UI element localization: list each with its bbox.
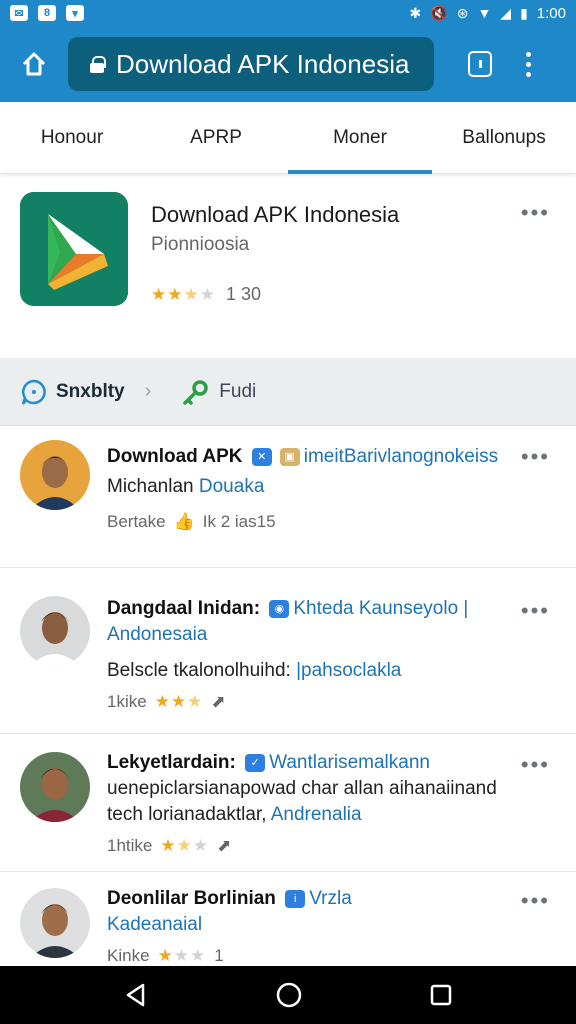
wifi-icon: ▼	[477, 5, 492, 21]
edit-filter[interactable]: Fudi	[181, 379, 256, 405]
post-link[interactable]: Andrenalia	[271, 804, 362, 825]
chevron-right-icon: ›	[144, 380, 152, 402]
author-name[interactable]: Dangdaal Inidan:	[107, 598, 260, 619]
avatar[interactable]	[20, 888, 90, 958]
badge-icon: ▣	[279, 447, 300, 466]
system-navigation-bar	[0, 966, 576, 1024]
share-icon[interactable]: ⬈	[211, 692, 225, 712]
post-meta: Kinke	[107, 946, 150, 965]
notification-icon: ▾	[66, 5, 84, 21]
mute-icon: 🔇	[430, 5, 448, 21]
list-item[interactable]: Dangdaal Inidan: ◉ Khteda Kaunseyolo | An…	[0, 568, 576, 734]
rating-stars: ★★★★	[151, 284, 216, 304]
author-handle[interactable]: Vrzla	[309, 888, 352, 909]
home-nav-icon[interactable]	[275, 981, 303, 1009]
post-meta: Bertake	[107, 512, 166, 531]
app-header-card: Download APK Indonesia Pionnioosia ★★★★ …	[0, 178, 576, 358]
url-bar[interactable]: Download APK Indonesia	[68, 37, 434, 91]
tab-moner[interactable]: Moner	[288, 102, 432, 174]
verified-badge-icon: ✕	[251, 447, 272, 466]
browser-toolbar: Download APK Indonesia	[0, 26, 576, 102]
tab-switcher-button[interactable]	[468, 51, 492, 77]
author-handle[interactable]: Khteda Kaunseyolo |	[293, 598, 468, 619]
verified-badge-icon: ◉	[269, 599, 290, 618]
app-logo-icon[interactable]	[20, 192, 128, 306]
signal-icon: ◢	[500, 5, 512, 21]
back-icon[interactable]	[123, 982, 149, 1008]
more-options-button[interactable]: •••	[521, 888, 550, 914]
avatar[interactable]	[20, 596, 90, 666]
tab-bar: Honour APRP Moner Ballonups	[0, 102, 576, 174]
share-icon[interactable]: ⬈	[217, 836, 231, 856]
tab-honour[interactable]: Honour	[0, 102, 144, 173]
author-handle-cont[interactable]: Andonesaia	[107, 622, 556, 648]
post-text: tech lorianadaktlar,	[107, 804, 267, 825]
verified-badge-icon: i	[285, 889, 306, 908]
more-options-button[interactable]: •••	[521, 598, 550, 624]
bluetooth-icon: ✱	[409, 5, 422, 21]
author-handle[interactable]: imeitBarivlanognokeiss	[304, 446, 498, 467]
home-icon	[22, 52, 46, 76]
chat-bubble-icon	[21, 379, 46, 405]
more-options-button[interactable]: •••	[521, 200, 550, 226]
app-developer: Pionnioosia	[151, 234, 250, 255]
rating-stars: ★★★	[160, 836, 210, 855]
app-rating: ★★★★ 1 30	[151, 284, 261, 305]
thumbs-up-icon[interactable]: 👍	[174, 512, 195, 532]
recents-icon[interactable]	[429, 983, 453, 1007]
notification-icon: ✉	[10, 5, 28, 21]
edit-filter-label: Fudi	[219, 380, 257, 402]
tab-aprp[interactable]: APRP	[144, 102, 288, 173]
likes-count: Ik 2 ias15	[202, 512, 276, 531]
overflow-menu-button[interactable]	[526, 51, 531, 77]
author-name[interactable]: Download APK	[107, 446, 242, 467]
key-icon	[183, 379, 209, 405]
home-button[interactable]	[0, 26, 68, 102]
post-text: uenepiclarsianapowad char allan aihanaii…	[107, 778, 497, 799]
list-item[interactable]: Deonlilar Borlinian i Vrzla Kadeanaial Ki…	[0, 872, 576, 966]
url-title: Download APK Indonesia	[116, 48, 410, 79]
post-link[interactable]: Douaka	[199, 476, 265, 497]
more-options-button[interactable]: •••	[521, 752, 550, 778]
notification-icon: 8	[38, 5, 56, 21]
tab-ballonups[interactable]: Ballonups	[432, 102, 576, 173]
post-link[interactable]: Kadeanaial	[107, 912, 556, 938]
rating-count: 1 30	[225, 284, 262, 304]
rating-count: 1	[214, 946, 224, 965]
author-name[interactable]: Lekyetlardain:	[107, 752, 236, 773]
avatar[interactable]	[20, 440, 90, 510]
battery-icon: ▮	[520, 5, 528, 21]
clock: 1:00	[536, 4, 566, 22]
more-options-button[interactable]: •••	[521, 444, 550, 470]
list-item[interactable]: Download APK ✕ ▣ imeitBarivlanognokeiss Mi…	[0, 426, 576, 568]
author-name[interactable]: Deonlilar Borlinian	[107, 888, 276, 909]
sort-filter-label: Snxblty	[56, 380, 125, 402]
post-link[interactable]: |pahsoclakla	[296, 660, 401, 681]
post-meta: 1kike	[107, 692, 147, 711]
list-item[interactable]: Lekyetlardain: ✓ Wantlarisemalkann uenepi…	[0, 734, 576, 872]
post-meta: 1htike	[107, 836, 153, 855]
rating-stars: ★★★	[157, 946, 207, 965]
lock-icon	[90, 55, 106, 73]
rating-stars: ★★★	[154, 692, 204, 711]
verified-badge-icon: ✓	[245, 753, 266, 772]
post-text: Belscle tkalonolhuihd:	[107, 660, 291, 681]
app-title: Download APK Indonesia	[151, 202, 400, 227]
author-handle[interactable]: Wantlarisemalkann	[269, 752, 430, 773]
avatar[interactable]	[20, 752, 90, 822]
sort-filter[interactable]: Snxblty	[20, 378, 125, 406]
status-bar: ✉ 8 ▾ ✱ 🔇 ⊛ ▼ ◢ ▮ 1:00	[0, 0, 576, 26]
filter-bar: Snxblty › Fudi	[0, 358, 576, 426]
post-text: Michanlan	[107, 476, 194, 497]
vibrate-icon: ⊛	[456, 5, 469, 21]
